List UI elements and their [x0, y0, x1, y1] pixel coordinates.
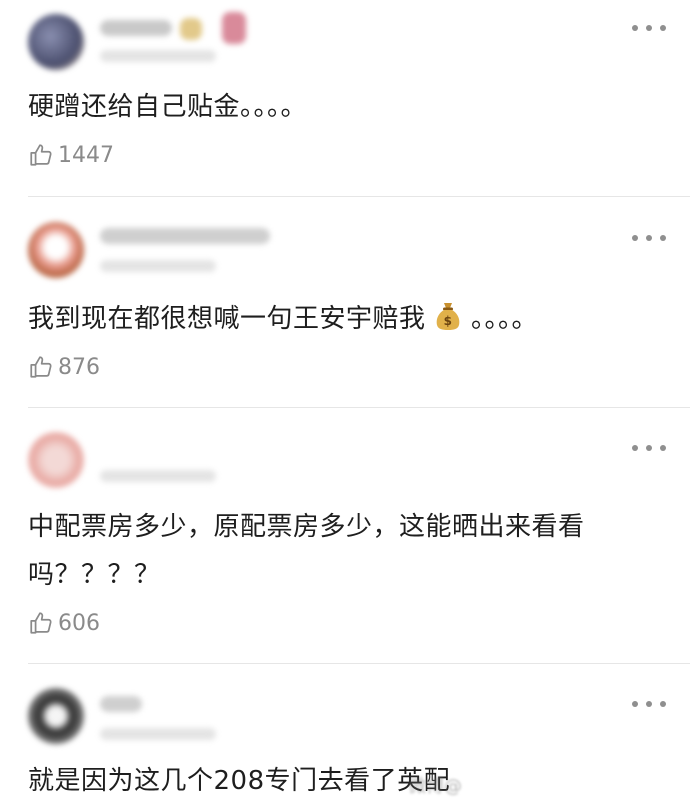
- like-button[interactable]: 1447: [28, 140, 114, 170]
- more-horizontal-icon: [632, 445, 638, 451]
- comment-text: 就是因为这几个208专门去看了英配: [28, 766, 451, 796]
- avatar[interactable]: [28, 432, 84, 488]
- avatar[interactable]: [28, 688, 84, 744]
- more-button[interactable]: [632, 24, 666, 32]
- like-button[interactable]: 876: [28, 352, 100, 382]
- more-button[interactable]: [632, 444, 666, 452]
- username-blurred[interactable]: [100, 696, 142, 712]
- svg-text:$: $: [444, 314, 453, 328]
- more-horizontal-icon: [632, 235, 638, 241]
- more-horizontal-icon: [632, 25, 638, 31]
- avatar[interactable]: [28, 14, 84, 70]
- comment-text-line-2: 吗？？？？: [28, 560, 161, 590]
- comment-text: 硬蹭还给自己贴金。。。。: [28, 92, 308, 122]
- like-button[interactable]: 606: [28, 608, 100, 638]
- username-blurred[interactable]: [100, 20, 172, 36]
- username-blurred[interactable]: [100, 228, 270, 244]
- comment-text-line-1: 中配票房多少，原配票房多少，这能晒出来看看: [28, 512, 585, 542]
- like-count: 876: [58, 354, 100, 380]
- timestamp-blurred: [100, 470, 216, 482]
- like-count: 1447: [58, 142, 114, 168]
- timestamp-blurred: [100, 728, 216, 740]
- like-count: 606: [58, 610, 100, 636]
- timestamp-blurred: [100, 260, 216, 272]
- more-horizontal-icon: [632, 701, 638, 707]
- comment-text: 我到现在都很想喊一句王安宇赔我 $ 。。。。: [28, 296, 620, 342]
- thumbs-up-icon: [30, 144, 52, 166]
- user-badge-blurred: [180, 18, 202, 40]
- money-bag-icon: $: [436, 303, 460, 330]
- avatar[interactable]: [28, 222, 84, 278]
- divider: [28, 196, 690, 197]
- timestamp-blurred: [100, 50, 216, 62]
- divider: [28, 663, 690, 664]
- more-button[interactable]: [632, 700, 666, 708]
- thumbs-up-icon: [30, 612, 52, 634]
- more-button[interactable]: [632, 234, 666, 242]
- divider: [28, 407, 690, 408]
- user-badge-blurred: [222, 12, 246, 44]
- watermark: 微博@: [408, 776, 462, 797]
- thumbs-up-icon: [30, 356, 52, 378]
